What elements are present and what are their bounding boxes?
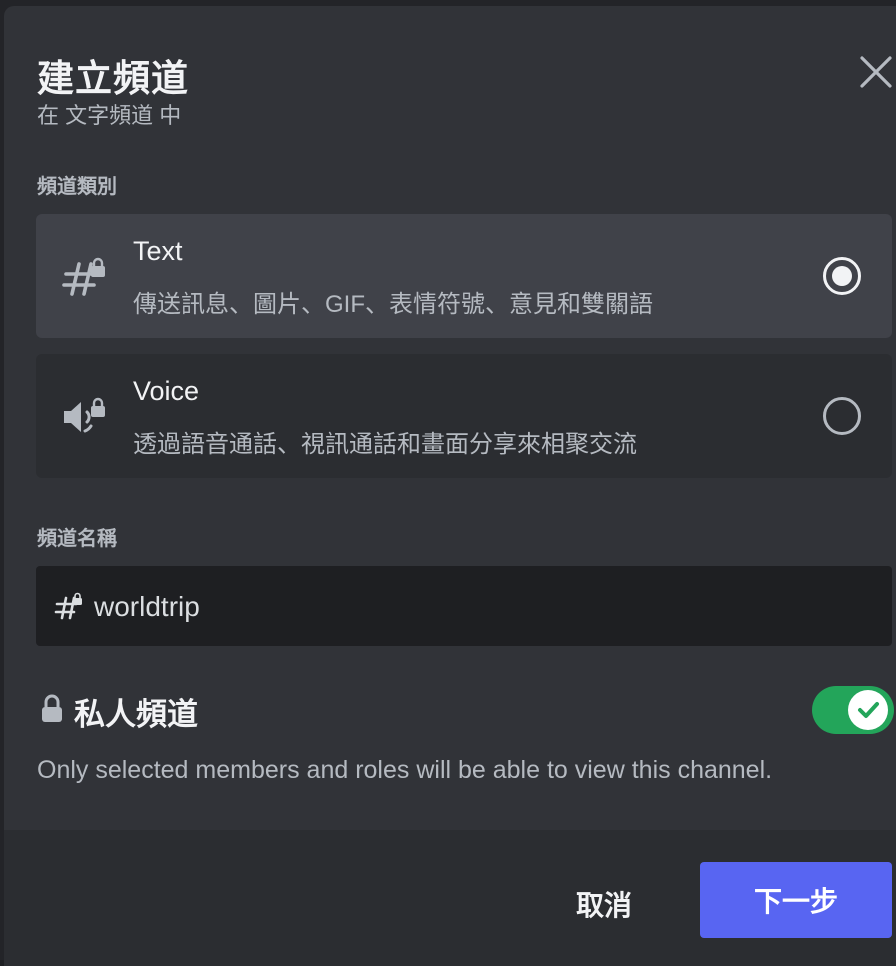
modal-subtitle: 在 文字頻道 中 — [37, 103, 182, 128]
close-button[interactable] — [856, 52, 896, 92]
channel-type-option-voice[interactable]: Voice 透過語音通話、視訊通話和畫面分享來相聚交流 — [36, 354, 892, 478]
private-channel-description: Only selected members and roles will be … — [37, 756, 773, 784]
channel-type-description: 透過語音通話、視訊通話和畫面分享來相聚交流 — [133, 431, 637, 458]
next-button[interactable]: 下一步 — [700, 862, 892, 938]
close-icon — [860, 56, 892, 88]
channel-type-name: Text — [133, 236, 183, 266]
radio-unselected[interactable] — [822, 396, 862, 436]
channel-type-label: 頻道類別 — [37, 176, 117, 198]
cancel-button[interactable]: 取消 — [549, 878, 659, 930]
create-channel-modal: 建立頻道 在 文字頻道 中 頻道類別 Text 傳送訊息、圖片、GIF、表情符號… — [4, 6, 896, 966]
private-channel-toggle[interactable] — [812, 686, 894, 734]
private-channel-label: 私人頻道 — [74, 697, 198, 732]
channel-type-option-text[interactable]: Text 傳送訊息、圖片、GIF、表情符號、意見和雙關語 — [36, 214, 892, 338]
channel-name-field[interactable] — [36, 566, 892, 646]
toggle-knob — [848, 690, 888, 730]
channel-name-label: 頻道名稱 — [37, 528, 117, 550]
modal-title: 建立頻道 — [37, 58, 189, 99]
channel-name-input[interactable] — [92, 584, 856, 630]
hashtag-lock-icon — [62, 257, 105, 296]
modal-footer: 取消 下一步 — [4, 830, 896, 966]
hashtag-lock-icon — [54, 592, 82, 620]
channel-type-name: Voice — [133, 376, 200, 406]
speaker-lock-icon — [64, 397, 105, 433]
radio-selected[interactable] — [822, 256, 862, 296]
checkmark-icon — [858, 702, 879, 718]
lock-icon — [42, 694, 62, 722]
channel-type-description: 傳送訊息、圖片、GIF、表情符號、意見和雙關語 — [133, 291, 653, 318]
